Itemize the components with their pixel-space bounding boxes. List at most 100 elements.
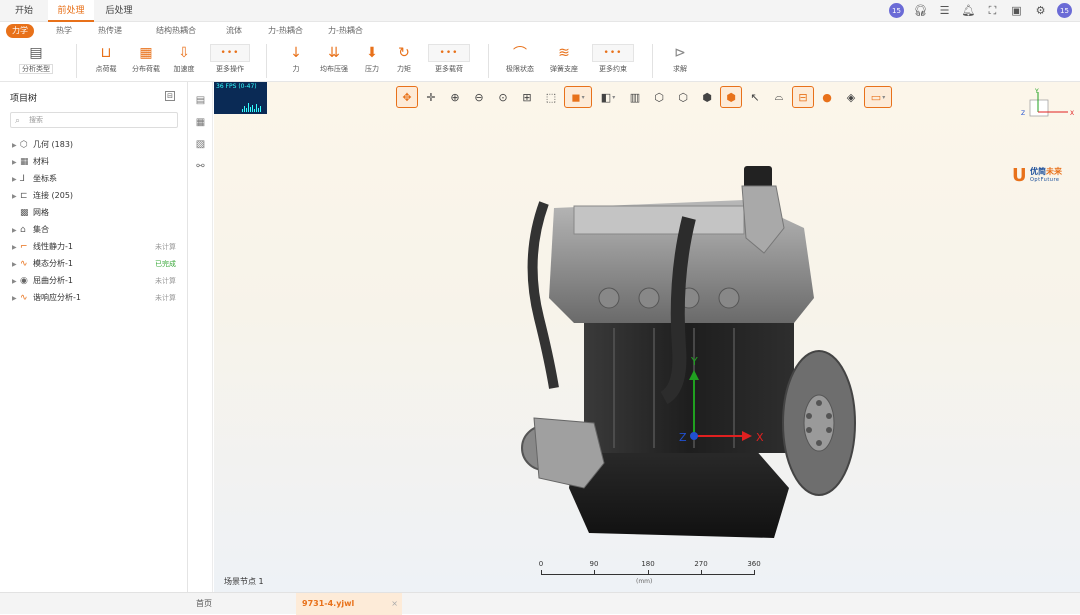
tree-item-modal[interactable]: ▶ ∿ 模态分析-1 已完成 <box>12 256 182 272</box>
tree-item-harmonic[interactable]: ▶ ∿ 谐响应分析-1 未计算 <box>12 290 182 306</box>
scale-bar: 0 90 180 270 360 (mm) <box>536 560 766 590</box>
scale-label: 270 <box>694 560 708 568</box>
close-icon[interactable]: × <box>391 593 398 615</box>
subtab-fluid[interactable]: 流体 <box>220 24 248 38</box>
subtab-force-thermal-1[interactable]: 力-热耦合 <box>262 24 309 38</box>
solve-button[interactable]: ⊳ 求解 <box>660 42 700 74</box>
moment-button[interactable]: ↻ 力矩 <box>384 42 424 74</box>
select-box-icon[interactable]: ⬚ <box>540 86 562 108</box>
3d-viewport[interactable]: 36 FPS (0-47) ✥ ✛ ⊕ ⊖ ⊙ ⊞ ⬚ ◼ ▾ ◧ ▾ ▥ ⬡ ⬡ … <box>214 82 1080 592</box>
force-button[interactable]: ↓ 力 <box>276 42 316 74</box>
view-toolbar: ✥ ✛ ⊕ ⊖ ⊙ ⊞ ⬚ ◼ ▾ ◧ ▾ ▥ ⬡ ⬡ ⬢ ⬢ ↖ ⌓ ⊟ ● ◈ … <box>396 86 894 108</box>
cube-front-icon[interactable]: ⬡ <box>648 86 670 108</box>
sphere-icon[interactable]: ● <box>816 86 838 108</box>
ruler-icon[interactable]: ⌓ <box>768 86 790 108</box>
menu-tab-postprocess[interactable]: 后处理 <box>98 0 140 22</box>
wireframe-icon[interactable]: ▥ <box>624 86 646 108</box>
user-avatar-2[interactable]: 15 <box>1057 3 1072 18</box>
section-view-icon[interactable]: ◧ ▾ <box>594 86 622 108</box>
status-badge: 未计算 <box>155 243 176 251</box>
limit-state-button[interactable]: ⌒ 极限状态 <box>500 42 540 74</box>
point-load-button[interactable]: ⊔ 点荷载 <box>86 42 126 74</box>
user-avatar[interactable]: 15 <box>889 3 904 18</box>
zoom-box-icon[interactable]: ⊞ <box>516 86 538 108</box>
cube-icon: ⬡ <box>20 140 28 150</box>
gear-icon[interactable]: ⚙ <box>1033 3 1048 18</box>
optfuture-logo: U 优简未来 OptFuture <box>1012 165 1062 186</box>
menu-tab-start[interactable]: 开始 <box>6 0 42 22</box>
analysis-subtabs: 力学 热学 热传递 结构热耦合 流体 力-热耦合 力-热耦合 <box>0 22 1080 40</box>
more-constraints-dropdown[interactable]: ••• 更多约束 <box>588 42 638 74</box>
valve-cover <box>573 205 745 235</box>
tree-item-geometry[interactable]: ▶ ⬡ 几何 (183) <box>12 137 182 153</box>
cube-iso-icon[interactable]: ⬢ <box>720 86 742 108</box>
status-badge: 已完成 <box>155 260 176 268</box>
force-icon: ↓ <box>290 45 302 61</box>
tree-item-mesh[interactable]: ▩ 网格 <box>12 205 182 221</box>
ribbon-toolbar: ▤ 分析类型 ⊔ 点荷载 ▦ 分布荷载 ⇩ 加速度 ••• 更多操作 ↓ 力 ⇊ 均布压强 … <box>0 40 1080 82</box>
acceleration-button[interactable]: ⇩ 加速度 <box>164 42 204 74</box>
analysis-type-label: 分析类型 <box>19 64 53 74</box>
table-icon[interactable]: ▦ <box>194 116 207 129</box>
network-icon[interactable]: ⚯ <box>194 160 207 173</box>
fixed-support-icon: ⊔ <box>100 45 112 61</box>
uniform-pressure-button[interactable]: ⇊ 均布压强 <box>314 42 354 74</box>
triad-y-label: Y <box>1034 88 1039 95</box>
solve-icon: ⊳ <box>674 45 686 61</box>
subtab-struct-thermal[interactable]: 结构热耦合 <box>150 24 202 38</box>
more-icon: ••• <box>210 44 250 62</box>
cube-top-icon[interactable]: ⬡ <box>672 86 694 108</box>
engine-3d-model[interactable]: Y X Z <box>514 158 864 548</box>
rotate-icon[interactable]: ✥ <box>396 86 418 108</box>
tree-item-material[interactable]: ▶ ▦ 材料 <box>12 154 182 170</box>
tree-item-buckling[interactable]: ▶ ◉ 屈曲分析-1 未计算 <box>12 273 182 289</box>
eraser-icon[interactable]: ◈ <box>840 86 862 108</box>
more-ops-dropdown[interactable]: ••• 更多操作 <box>206 42 254 74</box>
tree-item-connection[interactable]: ▶ ⊏ 连接 (205) <box>12 188 182 204</box>
tab-home[interactable]: 首页 <box>190 593 290 615</box>
triad-z-label: Z <box>1021 110 1025 117</box>
document-icon[interactable]: ▤ <box>194 94 207 107</box>
pan-icon[interactable]: ✛ <box>420 86 442 108</box>
subtab-mechanics[interactable]: 力学 <box>6 24 34 38</box>
spring-support-button[interactable]: ≋ 弹簧支座 <box>544 42 584 74</box>
zoom-in-icon[interactable]: ⊕ <box>444 86 466 108</box>
screenshot-icon[interactable]: ▣ <box>1009 3 1024 18</box>
analysis-type-button[interactable]: ▤ 分析类型 <box>10 42 62 74</box>
subtab-heat-transfer[interactable]: 热传递 <box>92 24 128 38</box>
frame-icon[interactable]: ▭ ▾ <box>864 86 892 108</box>
report-icon[interactable]: ▧ <box>194 138 207 151</box>
menu-tab-preprocess[interactable]: 前处理 <box>48 0 94 22</box>
subtab-thermal[interactable]: 热学 <box>50 24 78 38</box>
tree-item-set[interactable]: ▶ ⌂ 集合 <box>12 222 182 238</box>
model-y-label: Y <box>690 355 698 368</box>
moment-icon: ↻ <box>398 45 410 61</box>
logo-mark: U <box>1012 165 1027 186</box>
headset-icon[interactable]: 🎧︎ <box>913 3 928 18</box>
measure-icon[interactable]: ⊟ <box>792 86 814 108</box>
list-icon[interactable]: ☰ <box>937 3 952 18</box>
ribbon-divider <box>76 44 77 78</box>
orientation-triad: Y X Z <box>1021 88 1074 117</box>
distributed-load-button[interactable]: ▦ 分布荷载 <box>126 42 166 74</box>
fit-view-icon[interactable]: ⊙ <box>492 86 514 108</box>
scale-label: 180 <box>641 560 655 568</box>
more-loads-dropdown[interactable]: ••• 更多载荷 <box>424 42 474 74</box>
tree-item-static[interactable]: ▶ ⌐ 线性静力-1 未计算 <box>12 239 182 255</box>
spring-icon: ≋ <box>558 45 570 61</box>
fps-graph <box>242 100 262 112</box>
tab-model-file[interactable]: 9731-4.yjwl × <box>296 593 402 615</box>
ribbon-divider <box>266 44 267 78</box>
zoom-out-icon[interactable]: ⊖ <box>468 86 490 108</box>
more-icon: ••• <box>592 44 634 62</box>
cube-side-icon[interactable]: ⬢ <box>696 86 718 108</box>
fullscreen-icon[interactable]: ⛶ <box>985 3 1000 18</box>
bell-icon[interactable]: 🔔︎ <box>961 3 976 18</box>
tree-search-input[interactable]: ⌕ 搜索 <box>10 112 178 128</box>
shaded-view-icon[interactable]: ◼ ▾ <box>564 86 592 108</box>
subtab-force-thermal-2[interactable]: 力-热耦合 <box>322 24 369 38</box>
reset-view-icon[interactable]: ↖ <box>744 86 766 108</box>
tree-item-coordsys[interactable]: ▶ ⅃ 坐标系 <box>12 171 182 187</box>
project-tree-title: 项目树 <box>10 94 38 104</box>
collapse-panel-icon[interactable]: ⊟ <box>165 91 175 101</box>
